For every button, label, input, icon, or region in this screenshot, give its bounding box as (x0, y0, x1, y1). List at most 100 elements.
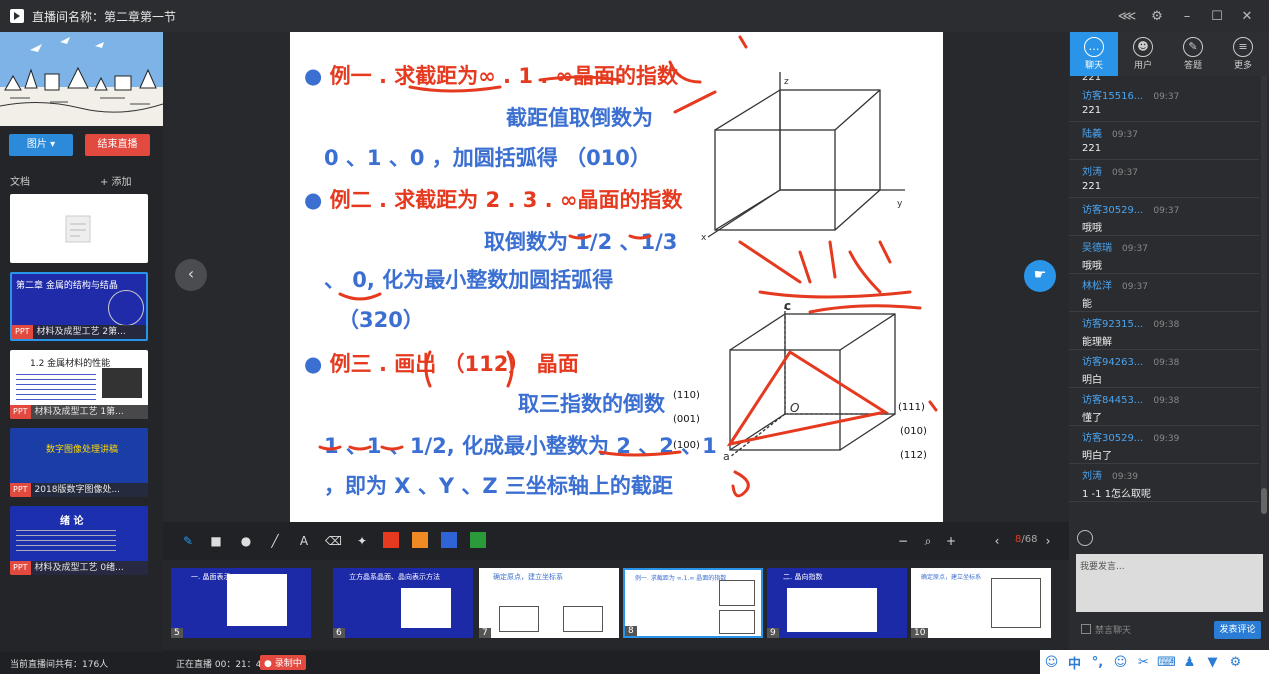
thumb-figure (719, 580, 755, 606)
ime-settings-icon[interactable]: ⚙ (1224, 655, 1247, 670)
users-icon: ☻ (1133, 37, 1153, 57)
tab-more[interactable]: ≡ 更多 (1219, 32, 1267, 76)
doc-slide-title: 绪 论 (60, 516, 84, 527)
color-green-swatch[interactable] (470, 532, 486, 548)
chat-message: 陆義 09:37 221 (1069, 122, 1259, 160)
rectangle-icon[interactable]: ■ (208, 533, 224, 549)
chat-input-area: 我要发言... 禁言聊天 发表评论 (1069, 520, 1269, 652)
color-red-swatch[interactable] (383, 532, 399, 548)
ink-annotations (318, 35, 938, 498)
thumbnail-8-active[interactable]: 例一. 求截距为 ∞.1.∞ 晶面的指数 8 (623, 568, 763, 638)
clear-brush-icon[interactable]: ✦ (354, 533, 370, 549)
page-prev-icon[interactable]: ‹ (989, 533, 1005, 549)
svg-text:(001): (001) (673, 414, 700, 425)
svg-text:(112): (112) (900, 450, 927, 461)
chat-scrollbar[interactable] (1261, 76, 1267, 514)
thumbnail-7[interactable]: 确定原点，建立坐标系 7 (479, 568, 619, 638)
chat-message: 吴德瑞 09:37 哦哦 (1069, 236, 1259, 274)
tab-quiz[interactable]: ✎ 答题 (1169, 32, 1217, 76)
picture-button[interactable]: 图片 ▾ (9, 134, 73, 156)
doc-item-3[interactable]: 数字图像处理讲稿 PPT 2018版数字图像处... (10, 428, 148, 497)
thumbnail-5[interactable]: 一. 晶面表示 5 (171, 568, 311, 638)
next-slide-button[interactable]: ☛ (1024, 260, 1056, 292)
ime-keyboard-icon[interactable]: ⌨ (1155, 655, 1178, 670)
chat-message-partial: 221 (1082, 76, 1102, 83)
thumbnail-10[interactable]: 确定原点，建立坐标系 10 (911, 568, 1051, 638)
circle-icon[interactable]: ● (238, 533, 254, 549)
eraser-icon[interactable]: ⌫ (325, 533, 342, 549)
color-orange-swatch[interactable] (412, 532, 428, 548)
thumb-figure (401, 588, 451, 628)
prev-slide-button[interactable]: ‹ (175, 259, 207, 291)
slide-thumbnail-strip: 一. 晶面表示 5 立方晶系晶面、晶向表示方法 6 确定原点，建立坐标系 7 例… (163, 560, 1069, 650)
add-doc-button[interactable]: + 添加 (100, 173, 132, 188)
doc-caption: PPT 2018版数字图像处... (10, 483, 148, 497)
search-icon[interactable]: ⌕ (920, 533, 936, 549)
color-blue-swatch[interactable] (441, 532, 457, 548)
origin-label: O (790, 401, 799, 415)
online-count: 当前直播间共有：176人 (10, 660, 109, 670)
page-next-icon[interactable]: › (1040, 533, 1056, 549)
chat-message: 林松洋 09:37 能 (1069, 274, 1259, 312)
svg-text:(100): (100) (673, 440, 700, 451)
send-comment-button[interactable]: 发表评论 (1214, 621, 1261, 639)
maximize-icon[interactable]: ☐ (1205, 9, 1229, 24)
axis-c-label: c (784, 299, 791, 313)
thumbnail-number: 5 (171, 628, 183, 638)
tab-chat[interactable]: … 聊天 (1070, 32, 1118, 76)
chat-input[interactable]: 我要发言... (1076, 554, 1263, 612)
current-slide[interactable]: ● 例一 . 求截距为∞ . 1 . ∞晶面的指数 截距值取倒数为 0 、1 、… (290, 32, 943, 522)
chat-message: 访客84453... 09:38 懂了 (1069, 388, 1259, 426)
thumb-figure (719, 610, 755, 634)
doc-caption: PPT 材料及成型工艺 1第... (10, 405, 148, 419)
ime-logo-icon[interactable]: ☺ (1040, 655, 1063, 670)
chat-panel: … 聊天 ☻ 用户 ✎ 答题 ≡ 更多 221 访客15516... 09:37 2… (1069, 32, 1269, 652)
ime-scissors-icon[interactable]: ✂ (1132, 655, 1155, 670)
pen-icon[interactable]: ✎ (180, 533, 196, 549)
axis-x-label: x (701, 233, 707, 243)
tab-users[interactable]: ☻ 用户 (1119, 32, 1167, 76)
presentation-stage: ● 例一 . 求截距为∞ . 1 . ∞晶面的指数 截距值取倒数为 0 、1 、… (163, 32, 1069, 522)
lower-cube (729, 307, 896, 458)
close-icon[interactable]: ✕ (1235, 9, 1259, 24)
axis-y-label: y (897, 199, 903, 209)
chat-message-list[interactable]: 221 访客15516... 09:37 221 陆義 09:37 221 刘涛 09:3… (1069, 76, 1259, 514)
line-icon[interactable]: ╱ (267, 533, 283, 549)
axis-a-label: a (723, 450, 730, 463)
window-controls: ⋘ ⚙ – ☐ ✕ (1109, 0, 1259, 32)
doc-item-2[interactable]: 1.2 金属材料的性能 PPT 材料及成型工艺 1第... (10, 350, 148, 419)
ime-emoji-icon[interactable]: ☺ (1109, 655, 1132, 670)
emoji-icon[interactable] (1077, 530, 1093, 546)
chat-message: 访客30529... 09:39 明白了 (1069, 426, 1259, 464)
doc-item-4[interactable]: 绪 论 PPT 材料及成型工艺 0绪... (10, 506, 148, 575)
zoom-in-button[interactable]: + (943, 533, 959, 549)
chat-bubble-icon: … (1084, 37, 1104, 57)
settings-gear-icon[interactable]: ⚙ (1145, 9, 1169, 24)
mute-chat-checkbox[interactable]: 禁言聊天 (1081, 623, 1131, 636)
text-tool-icon[interactable]: A (296, 533, 312, 549)
zoom-out-button[interactable]: − (895, 533, 911, 549)
thumbnail-9[interactable]: 二. 晶向指数 9 (767, 568, 907, 638)
ime-punct-icon[interactable]: °, (1086, 655, 1109, 670)
thumbnail-number: 6 (333, 628, 345, 638)
doc-caption: PPT 材料及成型工艺 0绪... (10, 561, 148, 575)
ime-chinese-icon[interactable]: 中 (1063, 653, 1086, 672)
thumbnail-6[interactable]: 立方晶系晶面、晶向表示方法 6 (333, 568, 473, 638)
thumbnail-number: 7 (479, 628, 491, 638)
share-icon[interactable]: ⋘ (1115, 9, 1139, 24)
doc-text-lines (16, 370, 96, 400)
thumb-figure (563, 606, 603, 632)
ime-user-icon[interactable]: ♟ (1178, 655, 1201, 670)
axis-z-label: z (784, 77, 789, 87)
title-bar: 直播间名称：第二章第一节 ⋘ ⚙ – ☐ ✕ (0, 0, 1269, 32)
svg-text:(110): (110) (673, 390, 700, 401)
ime-skin-icon[interactable]: ▼ (1201, 655, 1224, 670)
end-live-button[interactable]: 结束直播 (85, 134, 150, 156)
drawing-toolbar: ✎ ■ ● ╱ A ⌫ ✦ − ⌕ + ‹ 8/68 › (163, 522, 1069, 560)
minimize-icon[interactable]: – (1175, 9, 1199, 24)
banner-image (0, 32, 163, 126)
doc-item-1[interactable]: 第二章 金属的结构与结晶 PPT 材料及成型工艺 2第... (10, 272, 148, 341)
ime-toolbar: ☺ 中 °, ☺ ✂ ⌨ ♟ ▼ ⚙ (1040, 650, 1269, 674)
doc-item-blank[interactable] (10, 194, 148, 263)
chat-scrollbar-thumb[interactable] (1261, 488, 1267, 514)
